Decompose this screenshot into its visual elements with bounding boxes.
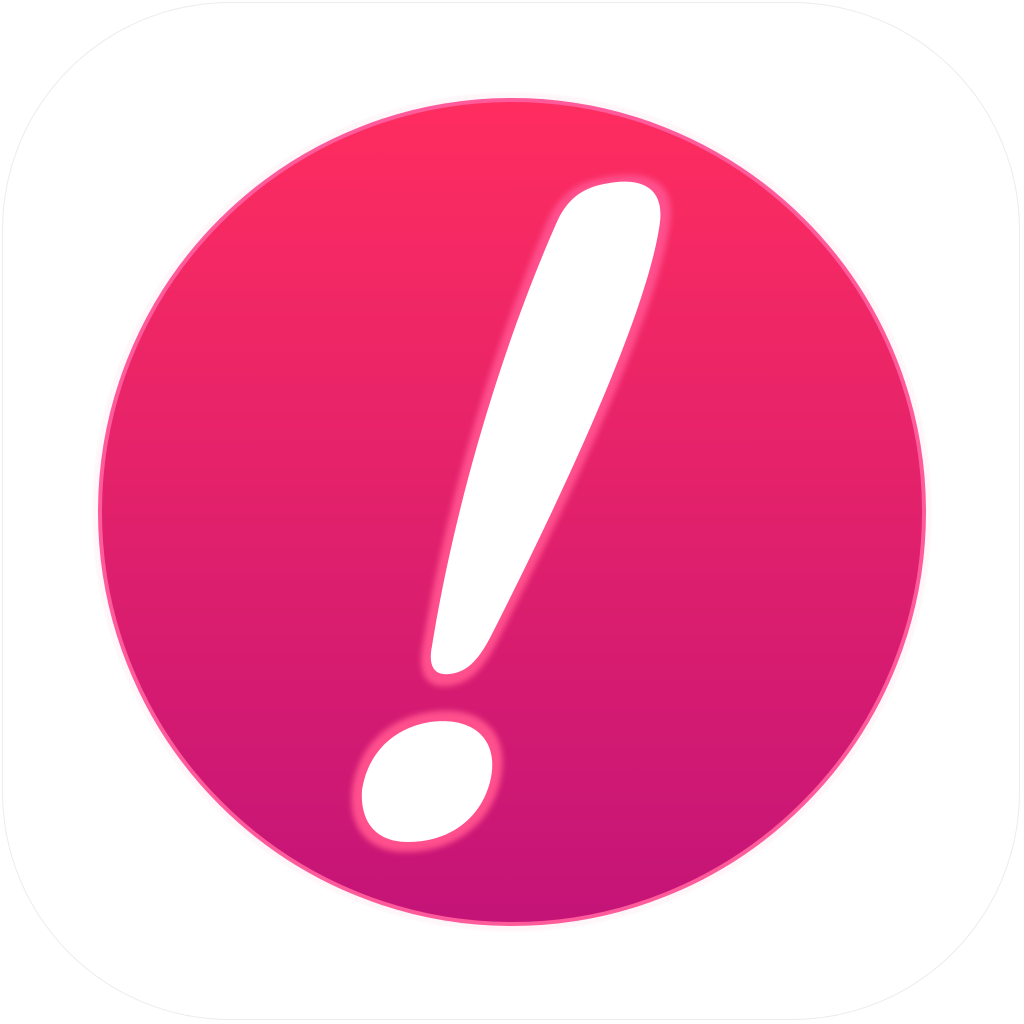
app-icon-canvas bbox=[0, 0, 1024, 1024]
exclamation-mark-icon bbox=[98, 98, 926, 926]
